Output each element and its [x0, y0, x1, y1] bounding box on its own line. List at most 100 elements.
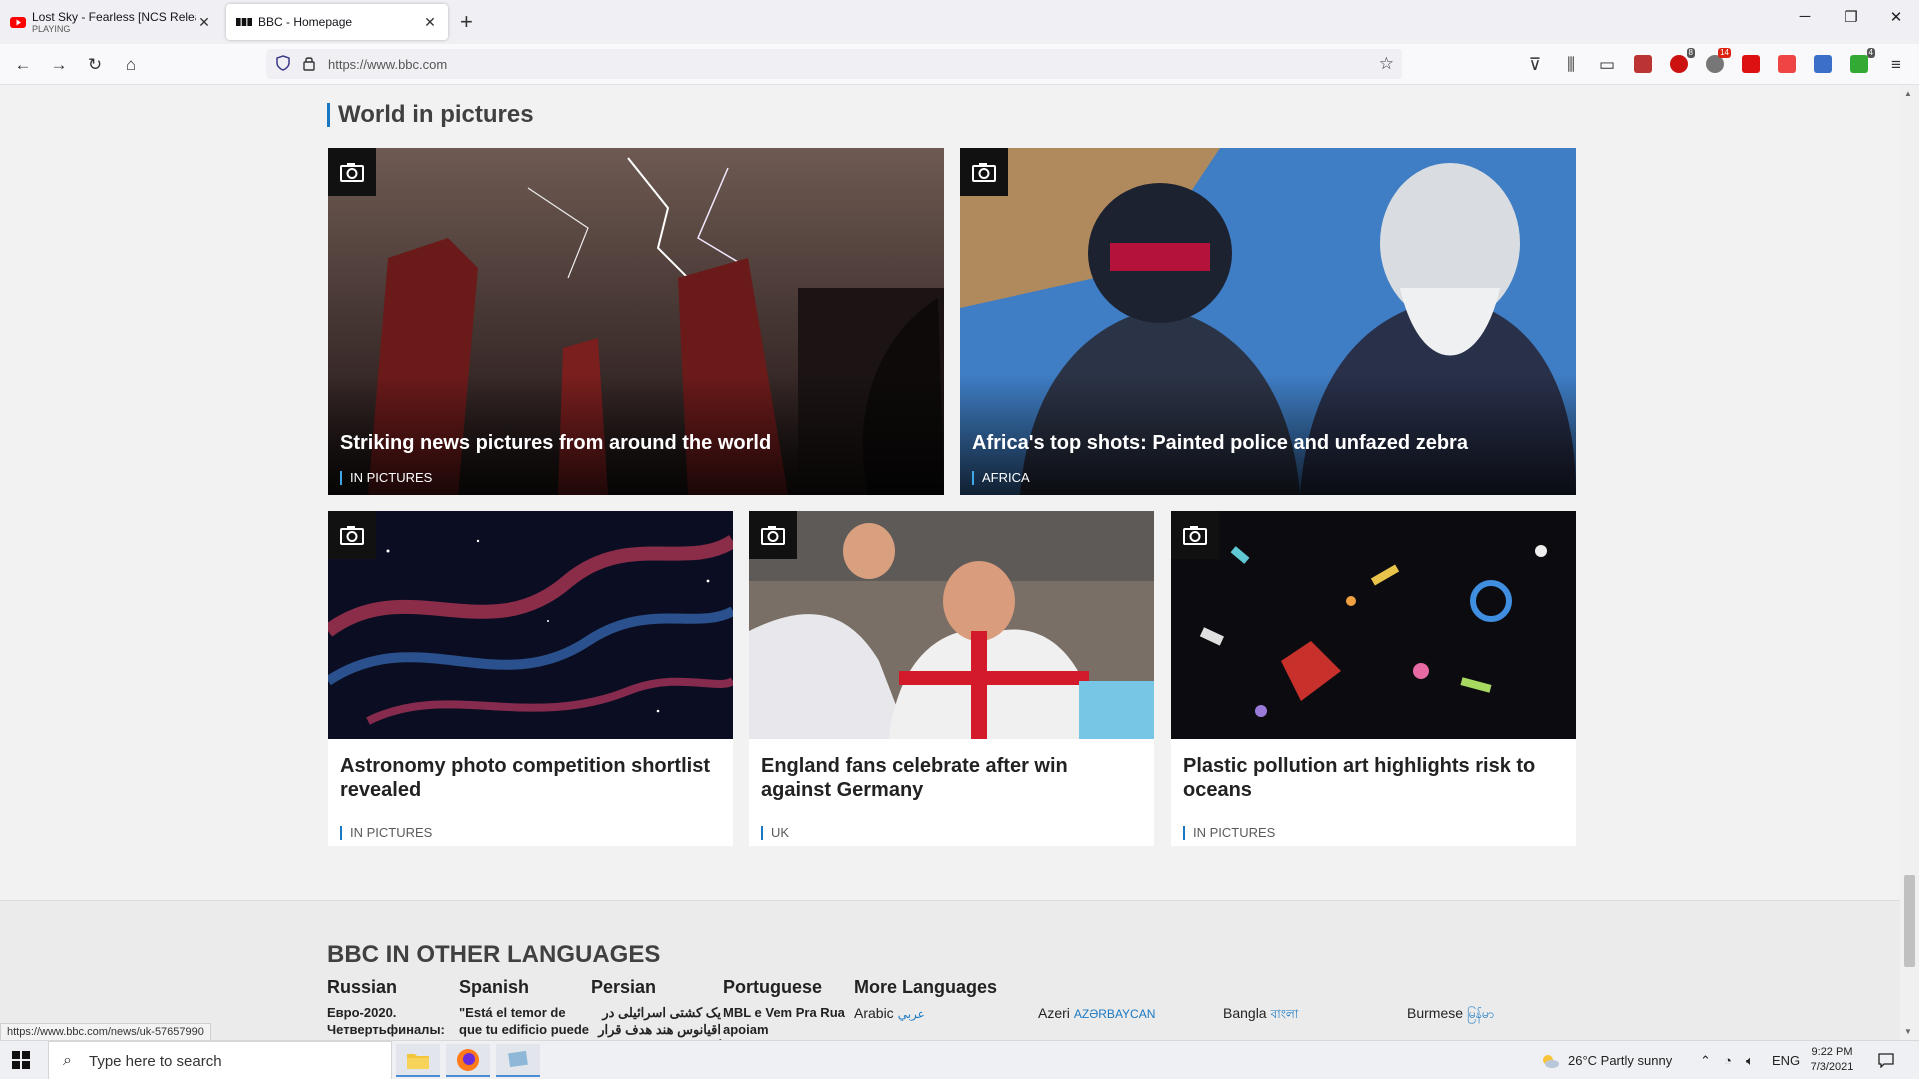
language-link-bangla[interactable]: Bangla বাংলা — [1223, 1005, 1298, 1026]
camera-icon — [960, 148, 1008, 196]
vertical-scrollbar[interactable]: ▲ ▼ — [1900, 85, 1919, 1040]
extension-icon[interactable]: 14 — [1706, 48, 1731, 73]
language-name[interactable]: Persian — [591, 977, 721, 998]
address-bar[interactable]: https://www.bbc.com ☆ — [266, 49, 1402, 79]
card-headline[interactable]: Plastic pollution art highlights risk to… — [1183, 754, 1564, 802]
scrollbar-thumb[interactable] — [1904, 875, 1915, 967]
language-column-portuguese[interactable]: Portuguese MBL e Vem Pra Rua apoiam impe… — [723, 977, 853, 1040]
home-icon[interactable]: ⌂ — [118, 52, 144, 78]
bbc-icon — [236, 18, 252, 26]
extension-icon[interactable]: 4 — [1850, 48, 1875, 73]
photo-card-lightning[interactable]: Striking news pictures from around the w… — [328, 148, 944, 495]
weather-text: 26°C Partly sunny — [1568, 1053, 1673, 1068]
language-name[interactable]: Azeri — [1038, 1005, 1070, 1021]
minimize-button[interactable]: ─ — [1785, 8, 1825, 25]
badge-count: 4 — [1866, 48, 1875, 58]
card-tag[interactable]: IN PICTURES — [340, 471, 432, 485]
wifi-icon[interactable]: ◔ — [1724, 1041, 1732, 1079]
translate-icon[interactable] — [1814, 55, 1832, 73]
app-icon[interactable] — [496, 1044, 540, 1077]
notifications-icon[interactable] — [1878, 1041, 1894, 1079]
clock-date: 7/3/2021 — [1810, 1061, 1854, 1073]
close-tab-icon[interactable]: ✕ — [196, 14, 212, 31]
scroll-down-icon[interactable]: ▼ — [1904, 1027, 1912, 1036]
restore-button[interactable]: ❐ — [1831, 8, 1871, 26]
language-column-russian[interactable]: Russian Евро-2020. Четвертьфиналы: Дания — [327, 977, 457, 1040]
ublock-icon[interactable]: 8 — [1670, 48, 1695, 73]
extension-icon[interactable] — [1634, 55, 1652, 73]
close-tab-icon[interactable]: ✕ — [422, 14, 438, 31]
card-headline[interactable]: Africa's top shots: Painted police and u… — [972, 431, 1468, 455]
lock-icon[interactable] — [303, 55, 315, 71]
language-name[interactable]: Arabic — [854, 1005, 894, 1021]
photo-card-plastic[interactable]: Plastic pollution art highlights risk to… — [1171, 511, 1576, 846]
language-link-arabic[interactable]: Arabic عربي — [854, 1005, 925, 1021]
screenshot-icon[interactable] — [1778, 55, 1796, 73]
bookmark-star-icon[interactable]: ☆ — [1379, 54, 1394, 74]
language-headline[interactable]: MBL e Vem Pra Rua apoiam impeachment — [723, 1004, 853, 1040]
search-placeholder: Type here to search — [89, 1053, 222, 1070]
back-icon[interactable]: ← — [10, 52, 36, 78]
sidebar-icon[interactable]: ▭ — [1594, 52, 1620, 78]
clock[interactable]: 9:22 PM 7/3/2021 — [1804, 1045, 1860, 1075]
card-tag[interactable]: IN PICTURES — [340, 826, 432, 840]
input-language[interactable]: ENG — [1772, 1041, 1800, 1079]
section-title: World in pictures — [327, 103, 534, 127]
camera-icon — [1171, 511, 1219, 559]
card-headline[interactable]: Astronomy photo competition shortlist re… — [340, 754, 721, 802]
language-link-burmese[interactable]: Burmese မြန်မာ — [1407, 1005, 1494, 1024]
card-tag[interactable]: IN PICTURES — [1183, 826, 1275, 840]
windows-start-icon[interactable] — [12, 1051, 30, 1069]
language-column-spanish[interactable]: Spanish "Está el temor de que tu edifici… — [459, 977, 589, 1038]
reload-icon[interactable]: ↻ — [82, 52, 108, 78]
forward-icon[interactable]: → — [46, 52, 72, 78]
language-name[interactable]: Portuguese — [723, 977, 853, 998]
photo-card-england[interactable]: England fans celebrate after win against… — [749, 511, 1154, 846]
menu-icon[interactable]: ≡ — [1883, 52, 1909, 78]
close-window-button[interactable]: ✕ — [1876, 8, 1916, 26]
weather-widget[interactable]: 26°C Partly sunny — [1540, 1041, 1672, 1079]
card-tag[interactable]: UK — [761, 826, 789, 840]
language-native-name[interactable]: বাংলা — [1271, 1007, 1299, 1021]
language-column-persian[interactable]: Persian یک کشتی اسرائیلی در اقیانوس هند … — [591, 977, 721, 1040]
tab-title: Lost Sky - Fearless [NCS Release] — [32, 10, 196, 24]
language-name[interactable]: Bangla — [1223, 1005, 1267, 1021]
language-native-name[interactable]: မြန်မာ — [1467, 1007, 1494, 1021]
tab-bbc[interactable]: BBC - Homepage ✕ — [226, 4, 448, 40]
camera-icon — [328, 511, 376, 559]
language-headline[interactable]: "Está el temor de que tu edificio puede — [459, 1004, 589, 1038]
library-icon[interactable]: ⫼ — [1558, 52, 1584, 78]
url-text: https://www.bbc.com — [328, 57, 448, 72]
language-name[interactable]: Burmese — [1407, 1005, 1463, 1021]
language-native-name[interactable]: AZƏRBAYCAN — [1074, 1007, 1156, 1021]
photo-card-africa[interactable]: Africa's top shots: Painted police and u… — [960, 148, 1576, 495]
language-link-azeri[interactable]: Azeri AZƏRBAYCAN — [1038, 1005, 1155, 1021]
clock-time: 9:22 PM — [1811, 1046, 1853, 1058]
badge-count: 8 — [1686, 48, 1695, 58]
photo-card-astronomy[interactable]: Astronomy photo competition shortlist re… — [328, 511, 733, 846]
scroll-up-icon[interactable]: ▲ — [1904, 89, 1912, 98]
taskbar-search-box[interactable]: ⌕ Type here to search — [48, 1041, 392, 1079]
card-headline[interactable]: England fans celebrate after win against… — [761, 754, 1142, 802]
plastic-art-photo — [1171, 511, 1576, 739]
language-name[interactable]: Russian — [327, 977, 457, 998]
language-name[interactable]: Spanish — [459, 977, 589, 998]
more-languages-title: More Languages — [854, 977, 998, 997]
file-explorer-icon[interactable] — [396, 1044, 440, 1077]
card-tag[interactable]: AFRICA — [972, 471, 1030, 485]
volume-icon[interactable]: 🔈︎ — [1746, 1041, 1754, 1079]
firefox-icon[interactable] — [446, 1044, 490, 1077]
shield-icon[interactable] — [276, 55, 290, 71]
pocket-icon[interactable]: ⊽ — [1522, 52, 1548, 78]
new-tab-button[interactable]: + — [460, 10, 473, 34]
camera-icon — [749, 511, 797, 559]
extension-icon[interactable] — [1742, 55, 1760, 73]
language-headline[interactable]: Евро-2020. Четвертьфиналы: Дания — [327, 1004, 457, 1040]
partly-sunny-icon — [1543, 1054, 1559, 1068]
show-hidden-icons-icon[interactable]: ⌃ — [1700, 1041, 1711, 1079]
tab-youtube[interactable]: Lost Sky - Fearless [NCS Release] PLAYIN… — [0, 4, 222, 40]
language-native-name[interactable]: عربي — [898, 1007, 925, 1021]
language-headline[interactable]: یک کشتی اسرائیلی در اقیانوس هند هدف قرار… — [591, 1004, 721, 1040]
taskbar: ⌕ Type here to search 26°C Partly sunny … — [0, 1040, 1919, 1079]
card-headline[interactable]: Striking news pictures from around the w… — [340, 431, 771, 455]
